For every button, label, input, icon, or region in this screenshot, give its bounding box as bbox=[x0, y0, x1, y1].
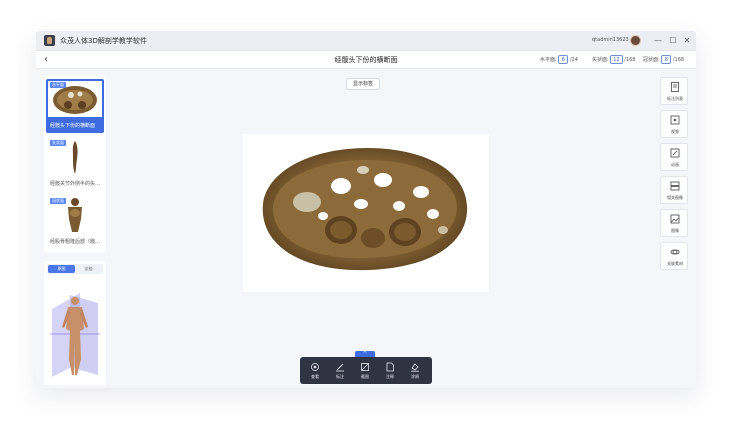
cross-section-image bbox=[262, 148, 468, 271]
minimize-button[interactable]: — bbox=[652, 35, 664, 47]
app-window: 众茂人体3D解剖学教学软件 qtadmin13623 — ☐ ✕ ‹ 经髋头下份… bbox=[36, 31, 696, 388]
animation-button[interactable]: 动画 bbox=[660, 143, 688, 171]
slice-tag: 冠状面 bbox=[50, 198, 66, 204]
video-button[interactable]: 视频 bbox=[660, 110, 688, 138]
related-material-button[interactable]: 关联素材 bbox=[660, 242, 688, 270]
close-button[interactable]: ✕ bbox=[681, 35, 693, 47]
image-button[interactable]: 图像 bbox=[660, 209, 688, 237]
coronal-total: /168 bbox=[672, 57, 685, 63]
slice-list-panel: 水平面 经髋头下份的横断面 矢状面 经髋关节外侧半的矢… 冠状面 经股骨粗隆后部… bbox=[44, 75, 106, 253]
slice-tag: 矢状面 bbox=[50, 140, 66, 146]
paint-label: 涂鸦 bbox=[411, 374, 419, 379]
related-images-icon bbox=[670, 181, 680, 191]
coronal-slice-input[interactable]: 8 bbox=[661, 55, 672, 64]
view-button[interactable]: 查看 bbox=[304, 360, 326, 382]
slice-tag: 水平面 bbox=[50, 82, 66, 88]
image-label: 图像 bbox=[671, 228, 679, 233]
related-material-label: 关联素材 bbox=[667, 261, 683, 266]
related-images-label: 相关图像 bbox=[667, 195, 683, 200]
crop-button[interactable]: 截图 bbox=[354, 360, 376, 382]
annotate-icon bbox=[336, 363, 344, 372]
related-material-icon bbox=[670, 249, 680, 255]
annotate-button[interactable]: 标注 bbox=[329, 360, 351, 382]
title-bar: 众茂人体3D解剖学教学软件 qtadmin13623 — ☐ ✕ bbox=[36, 31, 696, 51]
slice-caption: 经髋关节外侧半的矢… bbox=[50, 181, 101, 187]
slice-item-sagittal[interactable]: 矢状面 经髋关节外侧半的矢… bbox=[46, 137, 104, 191]
slice-item-axial[interactable]: 水平面 经髋头下份的横断面 bbox=[46, 79, 104, 133]
slice-viewer[interactable] bbox=[243, 134, 489, 292]
bottom-toolbar: 查看 标注 截图 注释 涂鸦 bbox=[300, 357, 432, 384]
sagittal-label: 矢状面: bbox=[592, 57, 609, 63]
show-labels-toggle[interactable]: 显示标签 bbox=[346, 78, 381, 90]
body-model-figure[interactable] bbox=[50, 279, 100, 379]
note-label: 注释 bbox=[386, 374, 394, 379]
top-toolbar: ‹ 经髋头下份的横断面 水平面: 6 /24 矢状面: 12 /168 冠状面:… bbox=[36, 51, 696, 69]
annotation-list-icon bbox=[671, 82, 679, 92]
view-icon bbox=[311, 363, 319, 371]
user-avatar[interactable] bbox=[630, 35, 641, 46]
related-images-button[interactable]: 相关图像 bbox=[660, 176, 688, 204]
note-icon bbox=[386, 362, 394, 372]
animation-icon bbox=[670, 148, 680, 158]
slice-caption: 经股骨粗隆后部（髋… bbox=[50, 239, 101, 245]
video-icon bbox=[670, 115, 680, 125]
sagittal-slice-input[interactable]: 12 bbox=[610, 55, 623, 64]
axial-label: 水平面: bbox=[540, 57, 557, 63]
annotate-label: 标注 bbox=[336, 374, 344, 379]
coronal-label: 冠状面: bbox=[643, 57, 660, 63]
axial-total: /24 bbox=[569, 57, 578, 63]
sagittal-slice-nav: 矢状面: 12 /168 bbox=[592, 55, 635, 64]
user-name: qtadmin13623 bbox=[592, 37, 629, 43]
tab-original[interactable]: 原图 bbox=[48, 265, 75, 273]
crop-label: 截图 bbox=[361, 374, 369, 379]
crop-icon bbox=[361, 363, 369, 371]
app-logo-icon bbox=[44, 35, 55, 46]
paint-icon bbox=[411, 363, 419, 372]
navigator-panel: 原图 文档 bbox=[44, 261, 106, 385]
slice-item-coronal[interactable]: 冠状面 经股骨粗隆后部（髋… bbox=[46, 195, 104, 249]
sagittal-total: /168 bbox=[624, 57, 636, 63]
animation-label: 动画 bbox=[671, 162, 679, 167]
axial-slice-nav: 水平面: 6 /24 bbox=[540, 55, 578, 64]
view-label: 查看 bbox=[311, 374, 319, 379]
axial-slice-input[interactable]: 6 bbox=[558, 55, 569, 64]
video-label: 视频 bbox=[671, 129, 679, 134]
paint-button[interactable]: 涂鸦 bbox=[404, 360, 426, 382]
app-title: 众茂人体3D解剖学教学软件 bbox=[60, 37, 147, 45]
note-button[interactable]: 注释 bbox=[379, 360, 401, 382]
slice-caption: 经髋头下份的横断面 bbox=[50, 123, 96, 129]
annotation-list-button[interactable]: 标注列表 bbox=[660, 77, 688, 105]
image-icon bbox=[670, 214, 680, 224]
maximize-button[interactable]: ☐ bbox=[667, 35, 679, 47]
tab-document[interactable]: 文档 bbox=[75, 265, 102, 273]
navigator-tabs: 原图 文档 bbox=[47, 264, 103, 274]
desktop-background: 众茂人体3D解剖学教学软件 qtadmin13623 — ☐ ✕ ‹ 经髋头下份… bbox=[0, 0, 732, 434]
annotation-list-label: 标注列表 bbox=[667, 96, 683, 101]
coronal-slice-nav: 冠状面: 8 /168 bbox=[643, 55, 684, 64]
